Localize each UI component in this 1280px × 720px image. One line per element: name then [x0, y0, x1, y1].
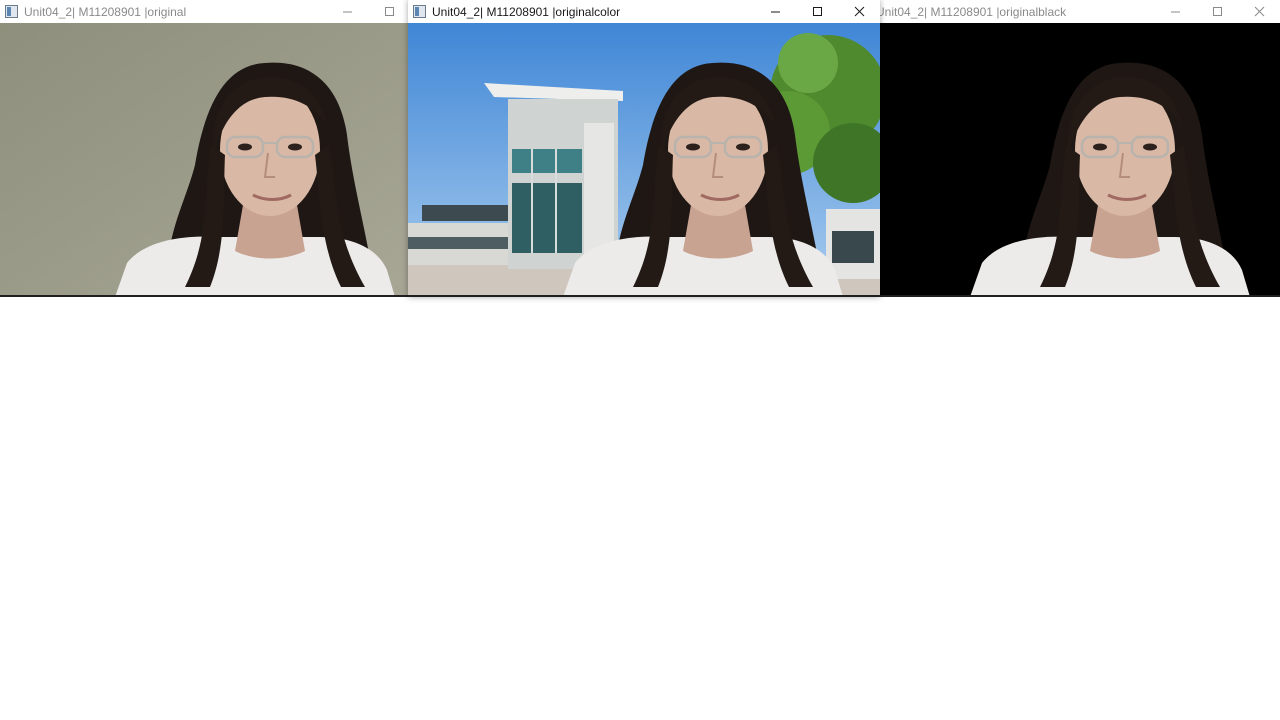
close-button[interactable] — [838, 0, 880, 23]
window-title: Unit04_2| M11208901 |original — [24, 4, 187, 19]
window-border — [408, 295, 880, 297]
window-border — [870, 295, 1280, 297]
maximize-icon — [812, 7, 822, 16]
close-icon — [1254, 6, 1264, 17]
title-bar[interactable]: Unit04_2| M11208901 |originalblack — [870, 0, 1280, 23]
originalblack-frame-image — [870, 23, 1280, 297]
originalcolor-window[interactable]: Unit04_2| M11208901 |originalcolor — [408, 0, 880, 297]
originalblack-window[interactable]: Unit04_2| M11208901 |originalblack — [870, 0, 1280, 297]
window-app-icon — [5, 5, 18, 18]
minimize-button[interactable] — [1154, 0, 1196, 23]
window-title: Unit04_2| M11208901 |originalblack — [876, 4, 1067, 19]
minimize-icon — [342, 11, 352, 13]
original-frame-image — [0, 23, 410, 297]
window-title: Unit04_2| M11208901 |originalcolor — [432, 4, 621, 19]
window-app-icon — [413, 5, 426, 18]
maximize-button[interactable] — [1196, 0, 1238, 23]
minimize-button[interactable] — [326, 0, 368, 23]
title-bar[interactable]: Unit04_2| M11208901 |original — [0, 0, 410, 23]
title-bar[interactable]: Unit04_2| M11208901 |originalcolor — [408, 0, 880, 23]
minimize-button[interactable] — [754, 0, 796, 23]
minimize-icon — [1170, 11, 1180, 13]
maximize-button[interactable] — [368, 0, 410, 23]
maximize-button[interactable] — [796, 0, 838, 23]
original-window[interactable]: Unit04_2| M11208901 |original — [0, 0, 410, 297]
window-border — [0, 295, 410, 297]
close-button[interactable] — [1238, 0, 1280, 23]
close-icon — [854, 6, 864, 17]
maximize-icon — [384, 7, 394, 16]
originalcolor-frame-image — [408, 23, 880, 297]
minimize-icon — [770, 11, 780, 13]
maximize-icon — [1212, 7, 1222, 16]
